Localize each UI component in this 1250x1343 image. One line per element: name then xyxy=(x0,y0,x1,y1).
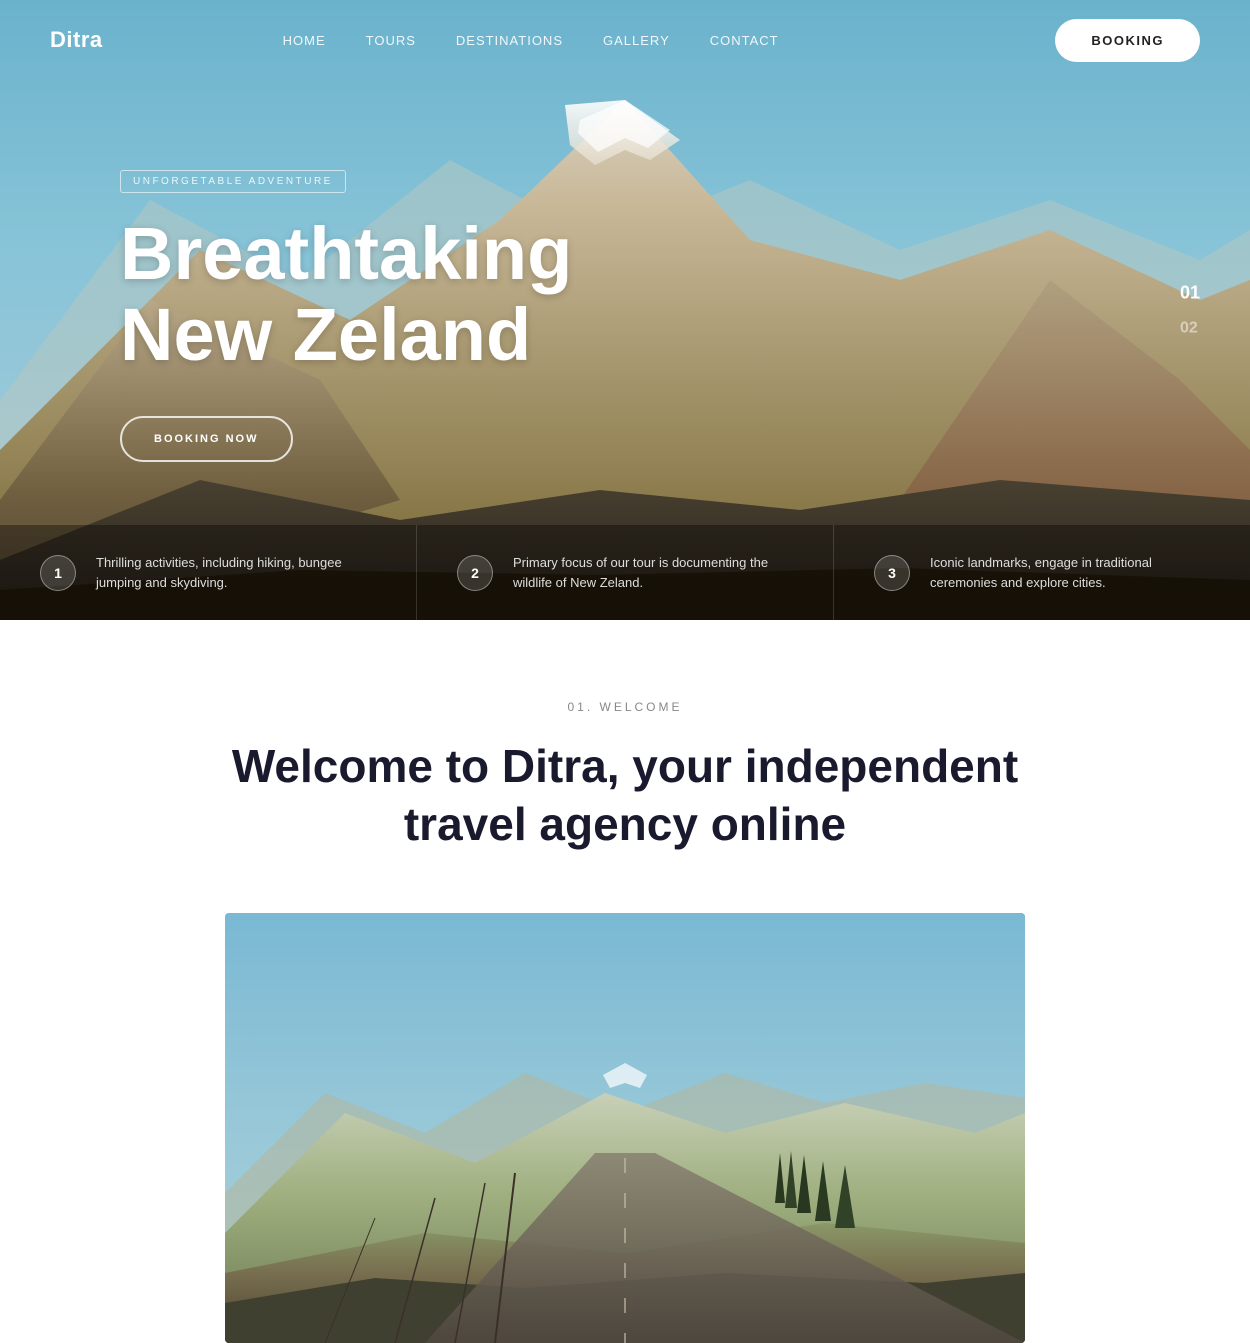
booking-button[interactable]: BOOKING xyxy=(1055,19,1200,62)
welcome-title: Welcome to Ditra, your independent trave… xyxy=(0,738,1250,853)
hero-title: Breathtaking New Zeland xyxy=(120,213,572,376)
feature-item-1: 1 Thrilling activities, including hiking… xyxy=(0,525,417,620)
welcome-label: 01. WELCOME xyxy=(0,700,1250,714)
feature-item-2: 2 Primary focus of our tour is documenti… xyxy=(417,525,834,620)
welcome-section: 01. WELCOME Welcome to Ditra, your indep… xyxy=(0,620,1250,1343)
nav-contact[interactable]: CONTACT xyxy=(710,33,779,48)
nav-destinations[interactable]: DESTINATIONS xyxy=(456,33,563,48)
nav-gallery[interactable]: GALLERY xyxy=(603,33,670,48)
feature-num-1: 1 xyxy=(40,555,76,591)
feature-num-2: 2 xyxy=(457,555,493,591)
feature-text-3: Iconic landmarks, engage in traditional … xyxy=(930,553,1210,592)
welcome-title-line2: travel agency online xyxy=(404,798,846,850)
feature-text-2: Primary focus of our tour is documenting… xyxy=(513,553,793,592)
hero-content: UNFORGETABLE ADVENTURE Breathtaking New … xyxy=(120,170,572,462)
nav-tours[interactable]: TOURS xyxy=(366,33,416,48)
nav-links: HOME TOURS DESTINATIONS GALLERY CONTACT xyxy=(283,33,779,48)
feature-item-3: 3 Iconic landmarks, engage in traditiona… xyxy=(834,525,1250,620)
hero-section: Ditra HOME TOURS DESTINATIONS GALLERY CO… xyxy=(0,0,1250,620)
booking-now-button[interactable]: BOOKING NOW xyxy=(120,416,293,462)
hero-title-line1: Breathtaking xyxy=(120,212,572,295)
feature-text-1: Thrilling activities, including hiking, … xyxy=(96,553,376,592)
slide-2[interactable]: 02 xyxy=(1180,320,1200,338)
slide-1[interactable]: 01 xyxy=(1180,283,1200,304)
welcome-image xyxy=(225,913,1025,1343)
hero-title-line2: New Zeland xyxy=(120,293,531,376)
slide-indicators: 01 02 xyxy=(1180,283,1200,338)
hero-badge: UNFORGETABLE ADVENTURE xyxy=(120,170,346,193)
navbar: Ditra HOME TOURS DESTINATIONS GALLERY CO… xyxy=(0,0,1250,80)
nav-home[interactable]: HOME xyxy=(283,33,326,48)
welcome-title-line1: Welcome to Ditra, your independent xyxy=(232,740,1018,792)
brand-logo: Ditra xyxy=(50,27,103,53)
hero-features-bar: 1 Thrilling activities, including hiking… xyxy=(0,525,1250,620)
feature-num-3: 3 xyxy=(874,555,910,591)
